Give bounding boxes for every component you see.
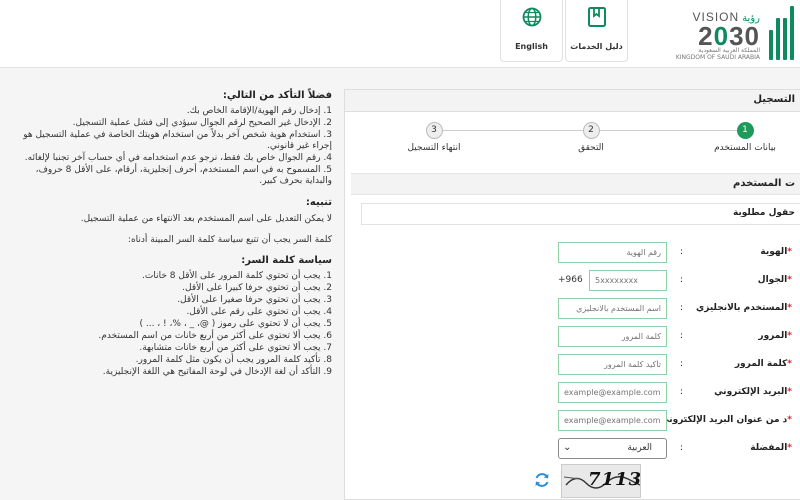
id-label: الهوية* (760, 247, 792, 257)
list-item: 2. يجب أن تحتوي حرفا كبيرا على الأقل. (182, 283, 332, 293)
verify-list: 1. إدخال رقم الهوية/الإقامة الخاص بك. 2.… (8, 106, 332, 187)
required-fields-note: حقول مطلوبة (361, 203, 800, 225)
required-star: * (787, 415, 792, 425)
refresh-icon[interactable] (533, 471, 551, 489)
step-label: انتهاء التسجيل (407, 143, 461, 153)
list-item: 2. الإدخال غير الصحيح لرقم الجوال سيؤدي … (72, 118, 332, 128)
id-input[interactable] (558, 242, 667, 263)
instructions-panel: فضلاً التأكد من التالي: 1. إدخال رقم اله… (0, 68, 340, 500)
required-star: * (787, 331, 792, 341)
captcha-row: 7113 (531, 462, 671, 500)
language-select[interactable]: العربية ⌄ (558, 438, 667, 459)
list-item: 7. يجب ألا تحتوي على أكثر من أربع خانات … (139, 343, 332, 353)
policy-list: 1. يجب أن تحتوي كلمة المرور على الأقل 8 … (8, 271, 332, 378)
mobile-label: الجوال* (757, 275, 792, 285)
list-item: 8. تأكيد كلمة المرور يجب أن يكون مثل كلم… (135, 355, 332, 365)
step-circle: 3 (425, 122, 443, 139)
email-label: البريد الإلكتروني* (714, 387, 792, 397)
list-item: 5. يجب أن لا تحتوي على رموز ( @، _ ، %، … (139, 319, 332, 329)
globe-icon (522, 7, 541, 27)
step-label: التحقق (578, 143, 604, 153)
id-row: الهوية* : (345, 242, 800, 264)
captcha-text: 7113 (588, 469, 641, 490)
required-star: * (787, 359, 792, 369)
site-header: VISION رؤية 2030 المملكة العربية السعودية… (0, 0, 800, 68)
confirm-email-label: د من عنوان البريد الإلكتروني* (660, 415, 792, 425)
language-row: المفضلة* : العربية ⌄ (345, 438, 800, 460)
confirm-email-input[interactable] (558, 410, 667, 431)
required-star: * (787, 303, 792, 313)
registration-header: التسجيل (345, 90, 800, 112)
logo-year: 2030 (698, 21, 760, 51)
country-code: +966 (558, 275, 583, 285)
list-item: 3. يجب أن تحتوي حرفا صغيرا على الأقل. (177, 295, 332, 305)
alert-text: لا يمكن التعديل على اسم المستخدم بعد الا… (80, 214, 332, 224)
list-item: 1. إدخال رقم الهوية/الإقامة الخاص بك. (186, 106, 332, 116)
mobile-input[interactable] (589, 270, 667, 291)
step-label: بيانات المستخدم (714, 143, 776, 153)
step-user-data: 1 بيانات المستخدم (695, 122, 795, 153)
english-language-button[interactable]: English (500, 0, 563, 62)
services-guide-button[interactable]: دليل الخدمات (565, 0, 628, 62)
confirm-password-row: كلمة المرور* : (345, 354, 800, 376)
required-star: * (787, 247, 792, 257)
required-star: * (787, 443, 792, 453)
section-title: ت المستخدم (733, 178, 795, 189)
list-item: 5. المسموح به في اسم المستخدم، أحرف إنجل… (35, 165, 332, 186)
policy-note: كلمة السر يجب أن تتبع سياسة كلمة السر ال… (127, 235, 332, 245)
step-circle: 2 (582, 122, 600, 139)
logo-bars-icon (768, 6, 794, 60)
list-item: 1. يجب أن تحتوي كلمة المرور على الأقل 8 … (142, 271, 332, 281)
list-item: 6. يجب ألا تحتوي على أكثر من أربع خانات … (98, 331, 332, 341)
list-item: 4. يجب أن تحتوي على رقم على الأقل. (186, 307, 332, 317)
registration-panel: التسجيل 1 بيانات المستخدم 2 التحقق 3 انت… (344, 89, 800, 500)
step-circle: 1 (736, 122, 754, 139)
username-label: المستخدم بالانجليزي* (696, 303, 792, 313)
mobile-row: الجوال* : +966 (345, 270, 800, 292)
email-input[interactable] (558, 382, 667, 403)
username-input[interactable] (558, 298, 667, 319)
english-label: English (515, 42, 548, 51)
language-label: المفضلة* (750, 443, 792, 453)
logo-kingdom-english: KINGDOM OF SAUDI ARABIA (675, 54, 760, 61)
confirm-password-input[interactable] (558, 354, 667, 375)
book-icon (587, 7, 606, 27)
user-data-section-header: ت المستخدم (351, 173, 800, 195)
email-row: البريد الإلكتروني* : (345, 382, 800, 404)
services-guide-label: دليل الخدمات (570, 42, 623, 51)
list-item: 9. التأكد أن لغة الإدخال في لوحة المفاتي… (102, 367, 332, 377)
logo-text: VISION رؤية 2030 المملكة العربية السعودية… (660, 6, 760, 61)
language-select-value: العربية (627, 443, 652, 453)
policy-title: سياسة كلمة السر: (241, 255, 332, 266)
password-label: المرور* (758, 331, 792, 341)
required-note-text: حقول مطلوبة (732, 208, 795, 218)
vision-2030-logo[interactable]: VISION رؤية 2030 المملكة العربية السعودية… (662, 4, 800, 62)
list-item: 4. رقم الجوال خاص بك فقط، نرجو عدم استخد… (24, 153, 332, 163)
logo-kingdom-arabic: المملكة العربية السعودية (698, 47, 760, 54)
username-row: المستخدم بالانجليزي* : (345, 298, 800, 320)
step-finish: 3 انتهاء التسجيل (384, 122, 484, 153)
required-star: * (787, 275, 792, 285)
chevron-down-icon: ⌄ (563, 442, 572, 453)
password-input[interactable] (558, 326, 667, 347)
list-item: 3. استخدام هوية شخص آخر بدلاً من استخدام… (23, 130, 332, 151)
verify-title: فضلاً التأكد من التالي: (222, 90, 332, 101)
registration-title: التسجيل (753, 94, 795, 105)
confirm-password-label: كلمة المرور* (734, 359, 792, 369)
confirm-email-row: د من عنوان البريد الإلكتروني* : (345, 410, 800, 432)
captcha-image: 7113 (561, 464, 641, 498)
required-star: * (787, 387, 792, 397)
step-verification: 2 التحقق (541, 122, 641, 153)
password-row: المرور* : (345, 326, 800, 348)
alert-title: تنبيه: (305, 197, 332, 208)
